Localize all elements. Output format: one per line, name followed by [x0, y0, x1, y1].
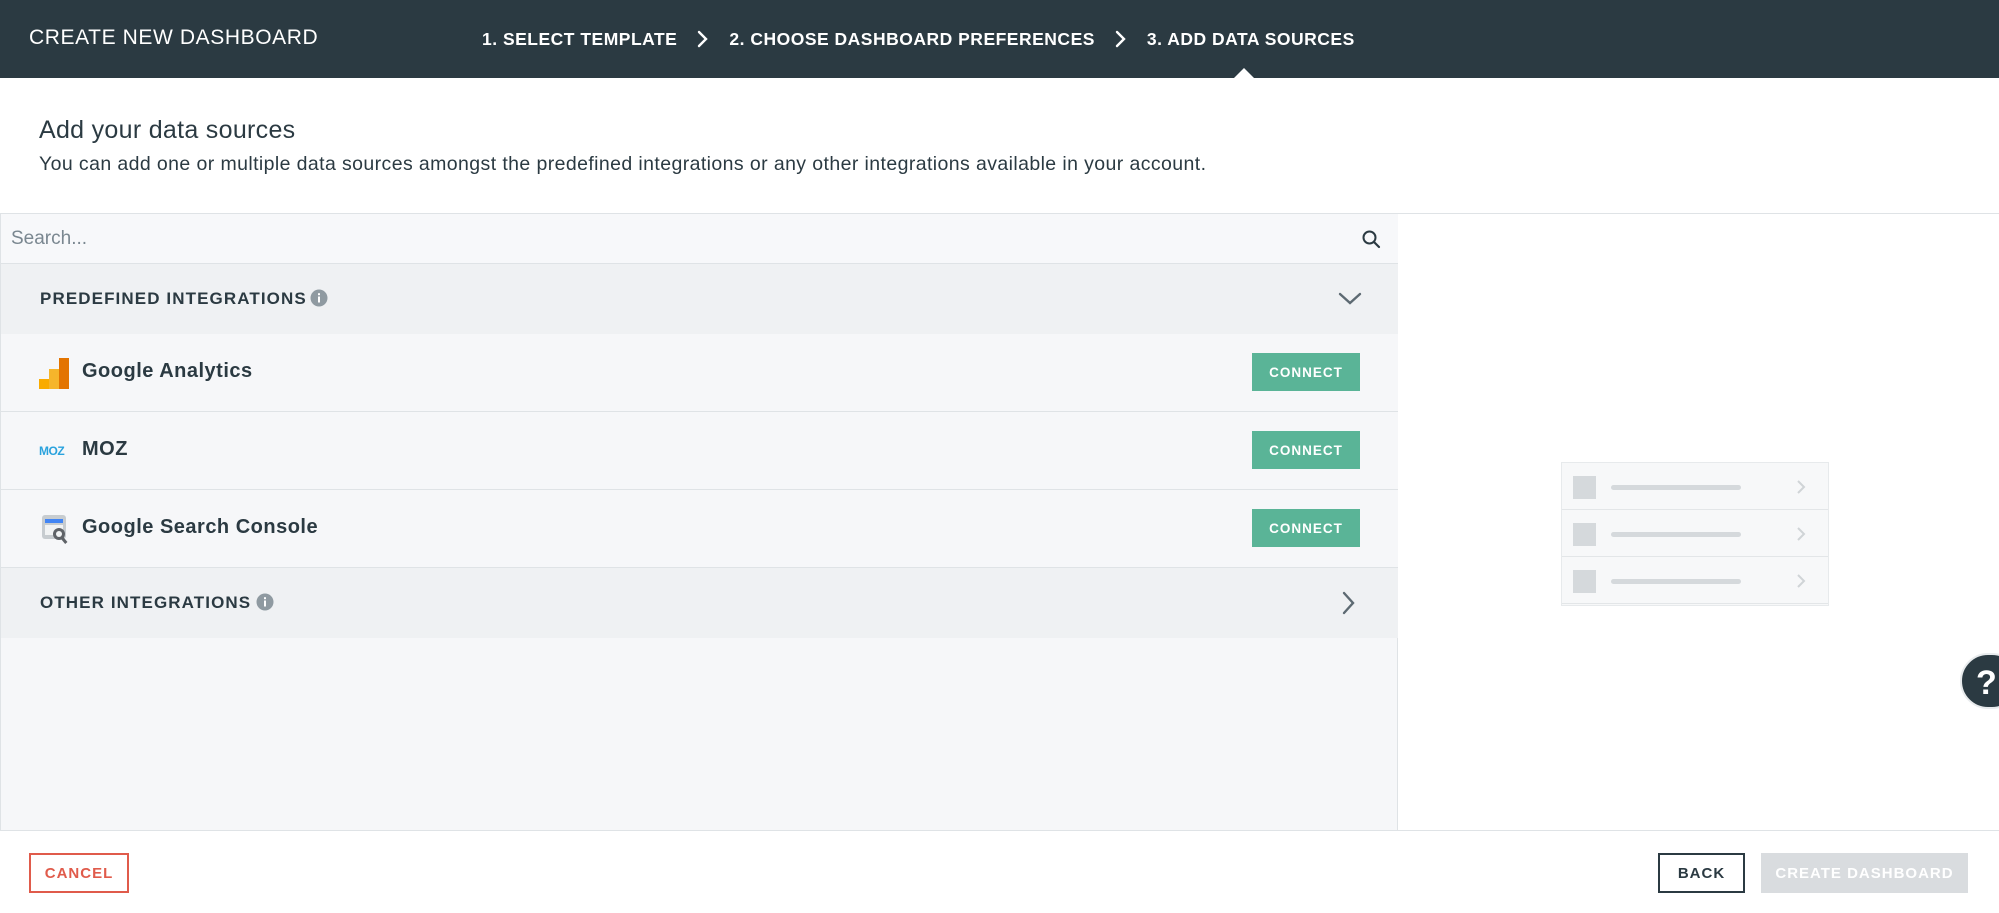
- integration-row-google-analytics: Google Analytics CONNECT: [1, 334, 1398, 412]
- step-choose-preferences[interactable]: 2. CHOOSE DASHBOARD PREFERENCES: [729, 29, 1095, 50]
- info-icon[interactable]: [310, 289, 328, 307]
- integrations-panel: PREDEFINED INTEGRATIONS Google Analytics…: [0, 214, 1398, 830]
- placeholder-line: [1611, 579, 1741, 584]
- predefined-integrations-header[interactable]: PREDEFINED INTEGRATIONS: [1, 264, 1398, 334]
- section-title: OTHER INTEGRATIONS: [40, 593, 252, 612]
- google-analytics-icon: [39, 358, 69, 389]
- chevron-down-icon[interactable]: [1338, 287, 1362, 311]
- placeholder-square: [1573, 476, 1596, 499]
- search-bar: [1, 214, 1398, 264]
- info-icon[interactable]: [256, 593, 274, 611]
- cancel-button[interactable]: CANCEL: [29, 853, 129, 893]
- preview-row: [1562, 510, 1828, 557]
- placeholder-square: [1573, 523, 1596, 546]
- preview-placeholder: [1561, 462, 1829, 606]
- preview-row: [1562, 557, 1828, 604]
- connect-google-analytics-button[interactable]: CONNECT: [1252, 353, 1360, 391]
- page-title: Add your data sources: [39, 116, 296, 144]
- help-button[interactable]: ?: [1960, 653, 1999, 709]
- section-title: PREDEFINED INTEGRATIONS: [40, 289, 307, 308]
- wizard-header: CREATE NEW DASHBOARD 1. SELECT TEMPLATE …: [0, 0, 1999, 79]
- create-dashboard-button[interactable]: CREATE DASHBOARD: [1761, 853, 1968, 893]
- wizard-footer: CANCEL BACK CREATE DASHBOARD: [0, 830, 1999, 913]
- integration-name: Google Analytics: [82, 360, 253, 382]
- integration-row-moz: MOZ MOZ CONNECT: [1, 412, 1398, 490]
- wizard-steps: 1. SELECT TEMPLATE 2. CHOOSE DASHBOARD P…: [482, 0, 1355, 78]
- app-title: CREATE NEW DASHBOARD: [29, 26, 319, 49]
- step-select-template[interactable]: 1. SELECT TEMPLATE: [482, 29, 677, 50]
- connect-google-search-console-button[interactable]: CONNECT: [1252, 509, 1360, 547]
- integration-row-google-search-console: Google Search Console CONNECT: [1, 490, 1398, 568]
- placeholder-line: [1611, 485, 1741, 490]
- preview-row: [1562, 463, 1828, 510]
- search-icon[interactable]: [1361, 229, 1381, 249]
- svg-text:MOZ: MOZ: [39, 444, 64, 458]
- moz-icon: MOZ: [39, 444, 65, 458]
- chevron-right-icon: [1797, 574, 1806, 588]
- search-input[interactable]: [11, 222, 1331, 256]
- google-search-console-icon: [42, 515, 68, 544]
- integration-name: MOZ: [82, 438, 128, 460]
- chevron-right-icon: [677, 30, 729, 48]
- chevron-right-icon[interactable]: [1337, 591, 1361, 615]
- chevron-right-icon: [1095, 30, 1147, 48]
- page-description: You can add one or multiple data sources…: [39, 153, 1207, 175]
- placeholder-square: [1573, 570, 1596, 593]
- chevron-right-icon: [1797, 480, 1806, 494]
- chevron-right-icon: [1797, 527, 1806, 541]
- integration-name: Google Search Console: [82, 516, 319, 538]
- placeholder-line: [1611, 532, 1741, 537]
- intro-section: Add your data sources You can add one or…: [0, 78, 1999, 214]
- step-add-data-sources[interactable]: 3. ADD DATA SOURCES: [1147, 29, 1355, 50]
- other-integrations-header[interactable]: OTHER INTEGRATIONS: [1, 568, 1398, 638]
- back-button[interactable]: BACK: [1658, 853, 1745, 893]
- connect-moz-button[interactable]: CONNECT: [1252, 431, 1360, 469]
